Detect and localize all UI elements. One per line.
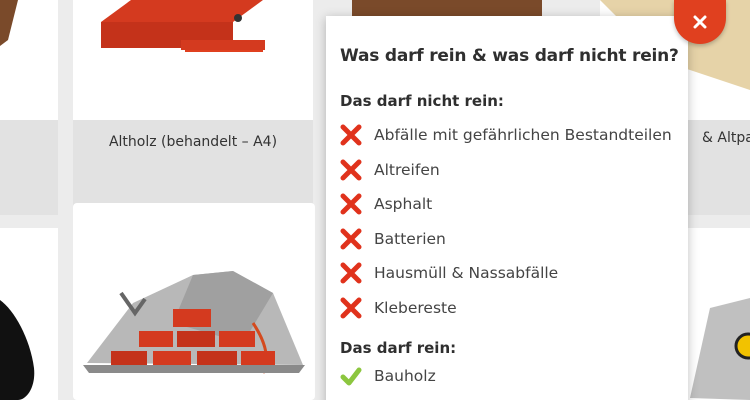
list-item-label: Hausmüll & Nassabfälle [374,264,559,283]
card-right-label: & Altpa [702,130,750,146]
red-x-icon [340,262,362,284]
red-x-icon [340,159,362,181]
red-x-icon [340,228,362,250]
card-altholz[interactable] [73,0,313,120]
card-left-bottom[interactable] [0,228,58,400]
card-left-top[interactable] [0,0,58,120]
card-altholz-label: Altholz (behandelt – A4) [108,133,278,150]
list-item-label: Altreifen [374,160,440,179]
wood-plank-illustration [0,0,18,46]
black-bag-illustration [0,300,35,400]
list-item: Abfälle mit gefährlichen Bestandteilen [340,118,674,153]
list-item: Asphalt [340,187,674,222]
list-item-label: Klebereste [374,298,457,317]
red-x-icon [340,124,362,146]
allowed-title: Das darf rein: [340,339,457,357]
rubble-pile-illustration [83,271,305,374]
not-allowed-list: Abfälle mit gefährlichen Bestandteilen A… [340,118,674,325]
red-planks-illustration [101,0,265,52]
list-item-label: Bauholz [374,367,436,386]
list-item-label: Asphalt [374,195,433,214]
info-popup: Was darf rein & was darf nicht rein? Das… [326,16,688,400]
not-allowed-title: Das darf nicht rein: [340,92,504,110]
green-check-icon [340,367,362,386]
card-brown-partial [352,0,542,16]
list-item: Hausmüll & Nassabfälle [340,256,674,291]
list-item: Klebereste [340,291,674,326]
list-item: Bauholz [340,359,674,394]
red-x-icon [340,193,362,215]
list-item: Altreifen [340,153,674,188]
close-icon [693,15,707,29]
popup-title: Was darf rein & was darf nicht rein? [340,46,679,66]
allowed-list: Bauholz [340,359,674,394]
card-bauschutt[interactable] [73,203,315,400]
list-item-label: Batterien [374,229,446,248]
red-x-icon [340,297,362,319]
card-left-label-band [0,120,58,215]
list-item-label: Abfälle mit gefährlichen Bestandteilen [374,126,672,145]
list-item: Batterien [340,222,674,257]
card-altholz-label-band: Altholz (behandelt – A4) [73,120,313,215]
